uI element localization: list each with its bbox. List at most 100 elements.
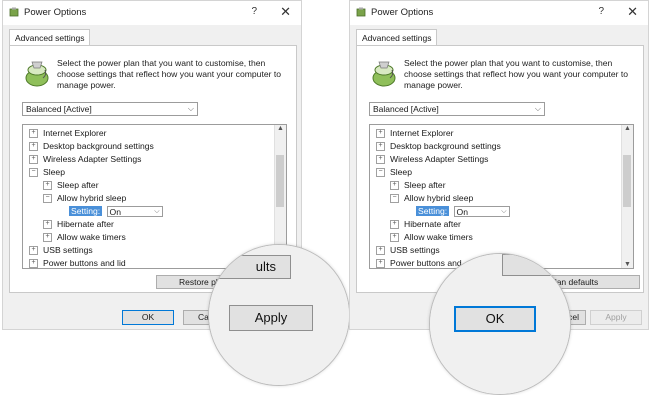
tree-item-label: Sleep [43, 167, 65, 177]
scroll-thumb[interactable] [623, 155, 631, 207]
plus-box-icon[interactable]: + [29, 129, 38, 139]
scroll-up-icon[interactable]: ▲ [624, 125, 631, 132]
plus-box-icon[interactable]: + [390, 181, 399, 191]
plus-box-icon[interactable]: + [376, 246, 385, 256]
chevron-down-icon: ⌵ [534, 104, 541, 113]
plus-box-icon[interactable]: + [29, 259, 38, 268]
setting-select-value: On [456, 207, 469, 218]
plus-box-icon[interactable]: + [43, 220, 52, 230]
zoomed-restore-defaults-button: ults [209, 255, 291, 279]
tree-item-label: Hibernate after [57, 219, 114, 229]
plus-box-icon[interactable]: + [43, 233, 52, 243]
tree-item-power-buttons[interactable]: + Power buttons and lid [29, 257, 126, 268]
plus-box-icon[interactable]: + [390, 233, 399, 243]
close-button[interactable]: ✕ [627, 4, 638, 20]
tree-item-sleep[interactable]: − Sleep [376, 166, 412, 179]
hybrid-sleep-setting-row: Setting: On ⌵ [69, 205, 163, 218]
plan-description: Select the power plan that you want to c… [57, 58, 282, 90]
tree-item-label: Wireless Adapter Settings [390, 154, 489, 164]
setting-label: Setting: [69, 206, 103, 216]
power-plan-icon [25, 61, 49, 87]
plus-box-icon[interactable]: + [376, 155, 385, 165]
tree-item-sleep-after[interactable]: + Sleep after [43, 179, 99, 192]
plus-box-icon[interactable]: + [390, 220, 399, 230]
hybrid-sleep-setting-select[interactable]: On ⌵ [106, 206, 163, 218]
power-plan-select[interactable]: Balanced [Active] ⌵ [22, 102, 198, 116]
power-plan-select-value: Balanced [Active] [26, 104, 92, 114]
power-plan-icon [372, 61, 396, 87]
zoomed-apply-button[interactable]: Apply [229, 305, 313, 331]
tree-item-label: Allow hybrid sleep [57, 193, 127, 203]
magnifier-ok: OK [429, 253, 571, 395]
minus-box-icon[interactable]: − [43, 194, 52, 204]
tree-item-wake-timers[interactable]: + Allow wake timers [43, 231, 126, 244]
tree-item-wireless-adapter[interactable]: + Wireless Adapter Settings [376, 153, 488, 166]
tree-item-label: Allow wake timers [404, 232, 473, 242]
chevron-down-icon: ⌵ [501, 208, 507, 216]
zoomed-ok-button[interactable]: OK [454, 306, 536, 332]
window-title: Power Options [371, 7, 434, 18]
scroll-up-icon[interactable]: ▲ [277, 125, 284, 132]
tree-item-desktop-background[interactable]: + Desktop background settings [376, 140, 501, 153]
tree-item-label: Allow wake timers [57, 232, 126, 242]
tree-item-wireless-adapter[interactable]: + Wireless Adapter Settings [29, 153, 141, 166]
scroll-thumb[interactable] [276, 155, 284, 207]
minus-box-icon[interactable]: − [29, 168, 38, 178]
tree-scrollbar[interactable]: ▲ ▼ [621, 125, 633, 268]
setting-label: Setting: [416, 206, 450, 216]
minus-box-icon[interactable]: − [376, 168, 385, 178]
setting-select-value: On [109, 207, 122, 218]
tab-advanced-settings[interactable]: Advanced settings [356, 29, 438, 46]
tree-item-internet-explorer[interactable]: + Internet Explorer [29, 127, 107, 140]
tree-item-label: Desktop background settings [390, 141, 501, 151]
tree-item-wake-timers[interactable]: + Allow wake timers [390, 231, 473, 244]
plus-box-icon[interactable]: + [29, 155, 38, 165]
power-options-icon [9, 7, 19, 17]
close-button[interactable]: ✕ [280, 4, 291, 20]
tree-item-label: Sleep after [57, 180, 99, 190]
tree-item-label: Sleep [390, 167, 412, 177]
tree-item-sleep[interactable]: − Sleep [29, 166, 65, 179]
chevron-down-icon: ⌵ [187, 104, 194, 113]
title-bar: Power Options ? ✕ [350, 1, 648, 25]
apply-button: Apply [590, 310, 642, 325]
plan-description: Select the power plan that you want to c… [404, 58, 629, 90]
tree-item-label: Sleep after [404, 180, 446, 190]
help-button[interactable]: ? [251, 6, 257, 17]
tree-item-label: Internet Explorer [390, 128, 454, 138]
title-bar: Power Options ? ✕ [3, 1, 301, 25]
tree-item-hybrid-sleep[interactable]: − Allow hybrid sleep [390, 192, 473, 205]
ok-button[interactable]: OK [122, 310, 174, 325]
tree-item-label: Desktop background settings [43, 141, 154, 151]
plus-box-icon[interactable]: + [29, 142, 38, 152]
tree-item-sleep-after[interactable]: + Sleep after [390, 179, 446, 192]
tree-item-label: USB settings [43, 245, 93, 255]
tree-item-hybrid-sleep[interactable]: − Allow hybrid sleep [43, 192, 126, 205]
plus-box-icon[interactable]: + [376, 259, 385, 268]
minus-box-icon[interactable]: − [390, 194, 399, 204]
help-button[interactable]: ? [598, 6, 604, 17]
plus-box-icon[interactable]: + [43, 181, 52, 191]
scroll-down-icon[interactable]: ▼ [624, 261, 631, 268]
plus-box-icon[interactable]: + [29, 246, 38, 256]
plus-box-icon[interactable]: + [376, 142, 385, 152]
power-plan-select-value: Balanced [Active] [373, 104, 439, 114]
hybrid-sleep-setting-select[interactable]: On ⌵ [453, 206, 510, 218]
tab-advanced-settings[interactable]: Advanced settings [9, 29, 91, 46]
tree-item-label: Allow hybrid sleep [404, 193, 474, 203]
magnifier-apply: ults Apply [208, 244, 350, 386]
tree-item-label: Hibernate after [404, 219, 461, 229]
tree-item-label: Internet Explorer [43, 128, 107, 138]
tree-item-internet-explorer[interactable]: + Internet Explorer [376, 127, 454, 140]
power-options-icon [356, 7, 366, 17]
tree-item-desktop-background[interactable]: + Desktop background settings [29, 140, 154, 153]
power-plan-select[interactable]: Balanced [Active] ⌵ [369, 102, 545, 116]
tree-item-label: Power buttons and lid [43, 258, 126, 268]
settings-tree[interactable]: + Internet Explorer + Desktop background s… [369, 124, 634, 269]
tree-item-hibernate-after[interactable]: + Hibernate after [43, 218, 114, 231]
chevron-down-icon: ⌵ [154, 208, 160, 216]
plus-box-icon[interactable]: + [376, 129, 385, 139]
hybrid-sleep-setting-row: Setting: On ⌵ [416, 205, 510, 218]
tree-item-hibernate-after[interactable]: + Hibernate after [390, 218, 461, 231]
tree-item-usb-settings[interactable]: + USB settings [29, 244, 93, 257]
